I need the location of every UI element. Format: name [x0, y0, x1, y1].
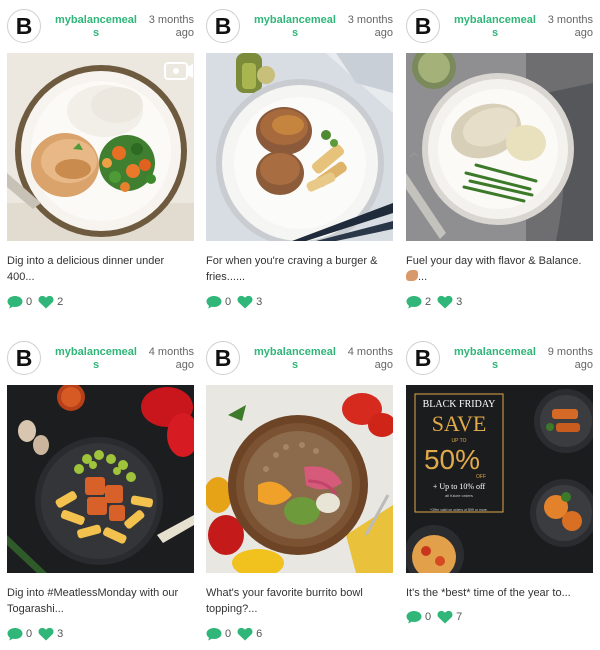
post-image[interactable] [7, 385, 194, 573]
post-card[interactable]: B mybalancemeals 3 months ago [7, 5, 194, 309]
username-link[interactable]: mybalancemeals [454, 14, 536, 40]
username-link[interactable]: mybalancemeals [55, 14, 137, 40]
like-count: 3 [57, 628, 64, 640]
post-header: B mybalancemeals 3 months ago [206, 5, 393, 51]
post-stats: 2 3 [406, 295, 468, 309]
post-card[interactable]: B mybalancemeals 3 months ago [406, 5, 593, 309]
post-caption: What's your favorite burrito bowl toppin… [206, 587, 363, 615]
post-image[interactable]: BLACK FRIDAY SAVE UP TO 50% OFF + Up to … [406, 385, 593, 573]
post-timestamp: 9 months ago [547, 346, 593, 371]
post-card[interactable]: B mybalancemeals 4 months ago Dig into #… [7, 337, 194, 641]
comment-icon[interactable] [206, 295, 222, 309]
comment-count: 2 [425, 296, 432, 308]
post-stats: 0 6 [206, 627, 268, 641]
post-header: B mybalancemeals 9 months ago [406, 337, 593, 383]
comment-count: 0 [26, 296, 33, 308]
comment-icon[interactable] [7, 627, 23, 641]
post-timestamp: 3 months ago [148, 14, 194, 39]
post-timestamp: 3 months ago [347, 14, 393, 39]
post-stats: 0 3 [206, 295, 268, 309]
like-count: 2 [57, 296, 64, 308]
username-link[interactable]: mybalancemeals [55, 346, 137, 372]
avatar[interactable]: B [206, 9, 240, 43]
post-stats: 0 7 [406, 610, 468, 624]
post-caption: Dig into a delicious dinner under 400... [7, 255, 165, 283]
avatar[interactable]: B [206, 341, 240, 375]
username-link[interactable]: mybalancemeals [254, 346, 336, 372]
post-header: B mybalancemeals 4 months ago [206, 337, 393, 383]
comment-count: 0 [225, 296, 232, 308]
post-image[interactable] [206, 53, 393, 241]
promo-heading: BLACK FRIDAY [423, 399, 496, 410]
avatar[interactable]: B [7, 9, 41, 43]
post-caption: It's the *best* time of the year to... [406, 587, 571, 599]
heart-icon[interactable] [237, 295, 253, 309]
post-caption: Dig into #MeatlessMonday with our Togara… [7, 587, 179, 615]
comment-icon[interactable] [7, 295, 23, 309]
post-card[interactable]: B mybalancemeals 9 months ago BLACK FRID… [406, 337, 593, 624]
post-timestamp: 3 months ago [547, 14, 593, 39]
promo-extra2: all future orders [445, 493, 473, 498]
username-link[interactable]: mybalancemeals [254, 14, 336, 40]
post-header: B mybalancemeals 3 months ago [406, 5, 593, 51]
post-timestamp: 4 months ago [347, 346, 393, 371]
post-header: B mybalancemeals 4 months ago [7, 337, 194, 383]
comment-icon[interactable] [206, 627, 222, 641]
post-card[interactable]: B mybalancemeals 4 months ago What's you… [206, 337, 393, 641]
comment-icon[interactable] [406, 295, 422, 309]
comment-count: 0 [425, 611, 432, 623]
heart-icon[interactable] [437, 295, 453, 309]
avatar[interactable]: B [7, 341, 41, 375]
promo-extra: + Up to 10% off [433, 482, 486, 491]
like-count: 3 [456, 296, 463, 308]
post-caption: For when you're craving a burger & fries… [206, 255, 378, 283]
comment-icon[interactable] [406, 610, 422, 624]
avatar[interactable]: B [406, 341, 440, 375]
post-card[interactable]: B mybalancemeals 3 months ago [206, 5, 393, 309]
promo-save: SAVE [432, 411, 487, 436]
post-stats: 0 2 [7, 295, 69, 309]
like-count: 6 [256, 628, 263, 640]
heart-icon[interactable] [38, 295, 54, 309]
promo-percent: 50% [424, 444, 480, 475]
heart-icon[interactable] [437, 610, 453, 624]
post-image[interactable] [406, 53, 593, 241]
comment-count: 0 [225, 628, 232, 640]
comment-count: 0 [26, 628, 33, 640]
post-image[interactable] [206, 385, 393, 573]
heart-icon[interactable] [38, 627, 54, 641]
promo-fine-print: *Offer valid on orders of $99 or more. [430, 508, 488, 512]
heart-icon[interactable] [237, 627, 253, 641]
flexed-biceps-emoji [406, 270, 418, 281]
post-caption: Fuel your day with flavor & Balance. ... [406, 255, 582, 283]
post-header: B mybalancemeals 3 months ago [7, 5, 194, 51]
post-timestamp: 4 months ago [148, 346, 194, 371]
post-image[interactable] [7, 53, 194, 241]
username-link[interactable]: mybalancemeals [454, 346, 536, 372]
avatar[interactable]: B [406, 9, 440, 43]
like-count: 7 [456, 611, 463, 623]
like-count: 3 [256, 296, 263, 308]
promo-off: OFF [476, 474, 486, 480]
post-stats: 0 3 [7, 627, 69, 641]
